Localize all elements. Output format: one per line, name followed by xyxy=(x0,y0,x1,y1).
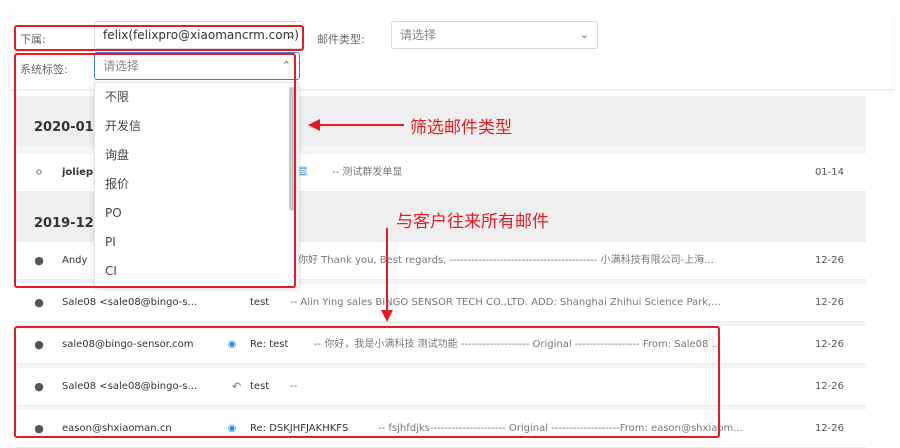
dropdown-option[interactable]: PO xyxy=(95,199,298,228)
arrow-head-left-icon xyxy=(308,119,320,131)
mail-date: 12-26 xyxy=(814,381,844,392)
reply-icon: ↶ xyxy=(232,380,242,393)
dropdown-option[interactable]: PI xyxy=(95,228,298,257)
mail-row[interactable]: ● Sale08 <sale08@bingo-s... ↶ test -- 12… xyxy=(14,368,866,406)
mail-sender: eason@shxiaoman.cn xyxy=(62,423,172,434)
mail-row[interactable]: ● sale08@bingo-sensor.com ◉ Re: test -- … xyxy=(14,326,866,364)
eye-icon: ◉ xyxy=(227,423,237,434)
mail-subject: Re: DSKJHFJAKHKFS xyxy=(250,423,349,434)
mail-sender: sale08@bingo-sensor.com xyxy=(62,339,194,350)
mail-preview: -- 你好，我是小满科技 测试功能 ------------------- Or… xyxy=(314,339,722,350)
user-icon: ● xyxy=(34,338,44,351)
system-tag-select[interactable]: 请选择 ⌃ xyxy=(94,52,300,80)
mail-date: 12-26 xyxy=(814,297,844,308)
user-icon: ● xyxy=(34,296,44,309)
mail-preview: 你好 Thank you, Best regards, ------------… xyxy=(298,255,714,266)
mail-row[interactable]: ● Sale08 <sale08@bingo-s... test -- Alin… xyxy=(14,284,866,322)
dropdown-option[interactable]: CI xyxy=(95,257,298,286)
annotation-all-mails: 与客户往来所有邮件 xyxy=(396,212,549,232)
mail-date: 12-26 xyxy=(814,339,844,350)
contact-icon: ⚪ xyxy=(34,166,44,179)
dropdown-option[interactable]: 开发信 xyxy=(95,112,298,141)
dropdown-scrollbar[interactable] xyxy=(289,87,295,211)
chevron-up-icon: ⌃ xyxy=(281,59,291,72)
system-tag-dropdown: 不限 开发信 询盘 报价 PO PI CI xyxy=(94,82,299,288)
user-icon: ● xyxy=(34,254,44,267)
mail-type-placeholder: 请选择 xyxy=(400,28,437,42)
mail-type-label: 邮件类型: xyxy=(317,33,365,46)
mail-preview: -- 测试群发单显 xyxy=(332,167,403,178)
dropdown-option[interactable]: 询盘 xyxy=(95,141,298,170)
chevron-down-icon: ⌄ xyxy=(579,28,589,41)
dropdown-option[interactable]: 报价 xyxy=(95,170,298,199)
chevron-down-icon: ⌄ xyxy=(285,28,295,41)
annotation-arrow xyxy=(318,124,404,126)
user-icon: ● xyxy=(34,380,44,393)
system-tag-placeholder: 请选择 xyxy=(103,59,140,73)
mail-date: 12-26 xyxy=(814,423,844,434)
annotation-filter-type: 筛选邮件类型 xyxy=(410,118,512,138)
filter-panel: 下属: felix(felixpro@xiaomancrm.com) ⌄ 邮件类… xyxy=(10,10,894,90)
owner-select-value: felix(felixpro@xiaomancrm.com) xyxy=(103,28,299,42)
mail-preview: -- fsjhfdjks--------------------- Origin… xyxy=(378,423,743,434)
mail-date: 12-26 xyxy=(814,255,844,266)
dropdown-option[interactable]: 不限 xyxy=(95,83,298,112)
mail-sender: Sale08 <sale08@bingo-s... xyxy=(62,297,198,308)
mail-preview: -- xyxy=(290,381,298,392)
mail-type-select[interactable]: 请选择 ⌄ xyxy=(391,21,598,49)
system-tag-label: 系统标签: xyxy=(20,63,68,76)
mail-date: 01-14 xyxy=(814,167,844,178)
owner-select[interactable]: felix(felixpro@xiaomancrm.com) ⌄ xyxy=(94,21,304,49)
eye-icon: ◉ xyxy=(227,339,237,350)
arrow-head-down-icon xyxy=(381,310,393,322)
user-icon: ● xyxy=(34,422,44,435)
owner-label: 下属: xyxy=(20,33,46,46)
mail-sender: Sale08 <sale08@bingo-s... xyxy=(62,381,198,392)
annotation-arrow xyxy=(386,228,388,314)
mail-preview: -- Alin Ying sales BINGO SENSOR TECH CO.… xyxy=(290,297,720,308)
mail-row[interactable]: ● eason@shxiaoman.cn ◉ Re: DSKJHFJAKHKFS… xyxy=(14,410,866,448)
